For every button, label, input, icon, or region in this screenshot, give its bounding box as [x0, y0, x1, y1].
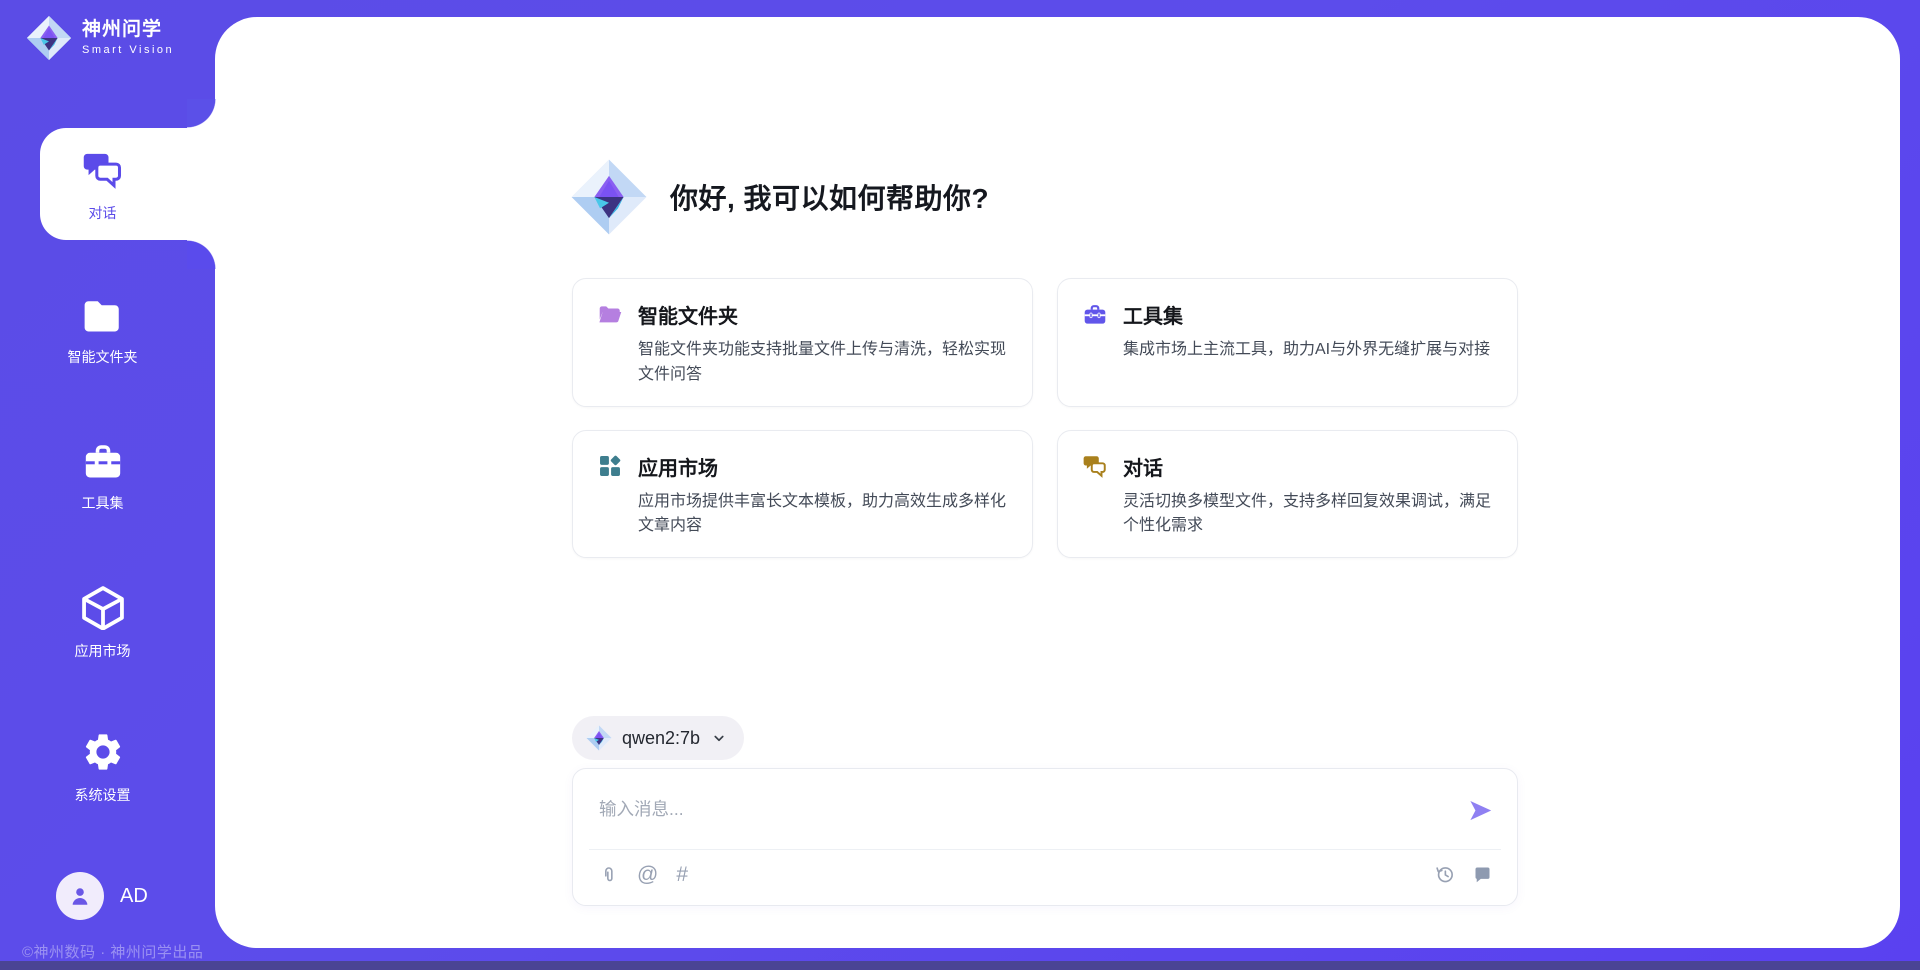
- composer-right-actions: [1434, 863, 1493, 885]
- bottom-edge-bar: [0, 961, 1920, 970]
- diamond-logo-icon: [26, 15, 72, 61]
- open-folder-icon: [597, 302, 623, 328]
- copyright-footer: ©神州数码 · 神州问学出品: [22, 941, 203, 962]
- sidebar-item-toolset[interactable]: 工具集: [0, 440, 205, 513]
- model-name: qwen2:7b: [622, 728, 700, 749]
- card-title: 工具集: [1123, 300, 1183, 329]
- card-chat[interactable]: 对话 灵活切换多模型文件，支持多样回复效果调试，满足个性化需求: [1057, 430, 1518, 559]
- brand-text: 神州问学 Smart Vision: [82, 20, 174, 56]
- card-header: 智能文件夹: [597, 300, 1008, 329]
- card-title: 智能文件夹: [638, 300, 738, 329]
- diamond-logo-icon: [586, 725, 612, 751]
- card-description: 智能文件夹功能支持批量文件上传与清洗，轻松实现文件问答: [638, 338, 1008, 388]
- sidebar-item-label: 系统设置: [0, 785, 205, 805]
- card-description: 集成市场上主流工具，助力AI与外界无缝扩展与对接: [1123, 338, 1493, 363]
- paperclip-icon: [599, 864, 619, 886]
- sidebar-item-app-market[interactable]: 应用市场: [0, 584, 205, 661]
- card-toolset[interactable]: 工具集 集成市场上主流工具，助力AI与外界无缝扩展与对接: [1057, 278, 1518, 407]
- gear-icon: [81, 730, 125, 774]
- card-description: 应用市场提供丰富长文本模板，助力高效生成多样化文章内容: [638, 490, 1008, 540]
- brand-subtitle: Smart Vision: [82, 44, 174, 56]
- mention-button[interactable]: @: [637, 863, 658, 887]
- card-title: 对话: [1123, 452, 1163, 481]
- greeting-header: 你好, 我可以如何帮助你?: [570, 158, 989, 236]
- feature-card-grid: 智能文件夹 智能文件夹功能支持批量文件上传与清洗，轻松实现文件问答 工具集 集成…: [572, 278, 1518, 558]
- card-title: 应用市场: [638, 452, 718, 481]
- sidebar-item-settings[interactable]: 系统设置: [0, 730, 205, 805]
- send-icon: [1467, 797, 1494, 824]
- sidebar-item-label: 应用市场: [0, 641, 205, 661]
- card-header: 工具集: [1082, 300, 1493, 329]
- chat-square-icon: [1472, 864, 1493, 885]
- user-initials: AD: [120, 885, 148, 908]
- at-icon: @: [637, 863, 658, 887]
- cube-icon: [80, 584, 126, 630]
- brand-logo: 神州问学 Smart Vision: [26, 15, 174, 61]
- avatar: [56, 872, 104, 920]
- sidebar-item-chat[interactable]: 对话: [0, 150, 205, 223]
- send-button[interactable]: [1465, 795, 1495, 825]
- composer-toolbar: @ #: [599, 863, 688, 887]
- user-avatar-icon: [67, 883, 93, 909]
- card-smart-folder[interactable]: 智能文件夹 智能文件夹功能支持批量文件上传与清洗，轻松实现文件问答: [572, 278, 1033, 407]
- brand-name: 神州问学: [82, 20, 174, 41]
- app-window: 神州问学 Smart Vision 对话 智能文件夹 工具集: [0, 0, 1920, 970]
- chevron-down-icon: [710, 729, 728, 747]
- message-composer: @ #: [572, 768, 1518, 906]
- greeting-text: 你好, 我可以如何帮助你?: [670, 177, 989, 217]
- card-header: 对话: [1082, 452, 1493, 481]
- briefcase-icon: [1082, 302, 1108, 328]
- card-description: 灵活切换多模型文件，支持多样回复效果调试，满足个性化需求: [1123, 490, 1493, 540]
- sidebar-item-label: 工具集: [0, 493, 205, 513]
- folder-icon: [82, 298, 124, 336]
- history-icon: [1434, 863, 1456, 885]
- conversation-button[interactable]: [1472, 864, 1493, 885]
- model-selector[interactable]: qwen2:7b: [572, 716, 744, 760]
- sidebar-item-smart-folder[interactable]: 智能文件夹: [0, 298, 205, 367]
- chat-bubbles-icon: [81, 150, 125, 192]
- chat-bubbles-icon: [1082, 453, 1108, 479]
- briefcase-icon: [81, 440, 125, 482]
- app-grid-icon: [597, 453, 623, 479]
- user-menu[interactable]: AD: [56, 872, 148, 920]
- hash-icon: #: [676, 863, 688, 887]
- sidebar-item-label: 智能文件夹: [0, 347, 205, 367]
- message-input[interactable]: [599, 789, 1459, 829]
- tab-curve-bottom: [187, 240, 216, 269]
- composer-divider: [589, 849, 1501, 850]
- card-header: 应用市场: [597, 452, 1008, 481]
- sidebar-item-label: 对话: [0, 203, 205, 223]
- card-app-market[interactable]: 应用市场 应用市场提供丰富长文本模板，助力高效生成多样化文章内容: [572, 430, 1033, 559]
- history-button[interactable]: [1434, 863, 1456, 885]
- diamond-logo-icon: [570, 158, 648, 236]
- tab-curve-top: [187, 99, 216, 128]
- attach-file-button[interactable]: [599, 864, 619, 886]
- topic-button[interactable]: #: [676, 863, 688, 887]
